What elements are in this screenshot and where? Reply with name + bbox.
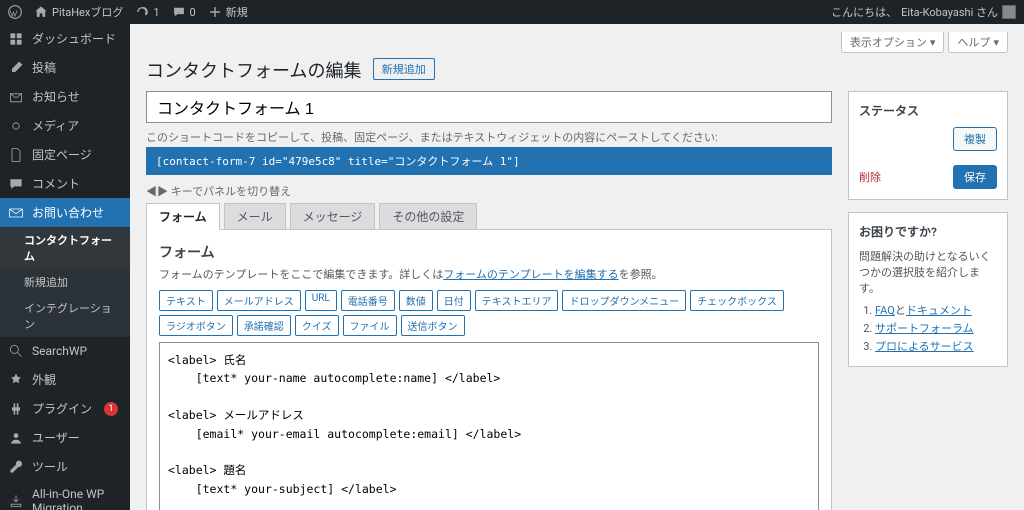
menu-news[interactable]: お知らせ [0,82,130,111]
help-link-docs[interactable]: ドキュメント [906,304,972,317]
template-help-link[interactable]: フォームのテンプレートを編集する [443,268,618,281]
tab-form[interactable]: フォーム [146,203,220,230]
admin-bar: PitaHexブログ 1 0 新規 こんにちは、Eita-Kobayashi さ… [0,0,1024,24]
tab-messages[interactable]: メッセージ [290,203,376,230]
new-content[interactable]: 新規 [208,4,248,20]
help-link-faq[interactable]: FAQ [875,304,895,317]
my-account[interactable]: こんにちは、Eita-Kobayashi さん [831,4,1016,20]
wp-logo[interactable] [8,5,22,19]
help-desc: 問題解決の助けとなるいくつかの選択肢を紹介します。 [859,248,997,296]
editor-tabs: フォーム メール メッセージ その他の設定 [146,203,832,230]
form-body-textarea[interactable] [159,342,819,510]
menu-dashboard[interactable]: ダッシュボード [0,24,130,53]
tab-other[interactable]: その他の設定 [379,203,477,230]
panel-desc: フォームのテンプレートをここで編集できます。詳しくはフォームのテンプレートを編集… [159,266,819,282]
menu-users[interactable]: ユーザー [0,423,130,452]
tag-button[interactable]: 送信ボタン [401,315,465,336]
updates[interactable]: 1 [135,5,159,19]
tag-button[interactable]: クイズ [295,315,339,336]
tag-button[interactable]: メールアドレス [217,290,301,311]
avatar-icon [1002,5,1016,19]
tag-button[interactable]: 承諾確認 [237,315,291,336]
status-box: ステータス 複製 削除 保存 [848,91,1008,200]
tag-button[interactable]: URL [305,290,337,311]
tag-button[interactable]: ドロップダウンメニュー [562,290,686,311]
tag-button[interactable]: ファイル [343,315,397,336]
menu-contact[interactable]: お問い合わせ [0,198,130,227]
shortcode-hint: このショートコードをコピーして、投稿、固定ページ、またはテキストウィジェットの内… [146,129,832,145]
screen-options-button[interactable]: 表示オプション ▾ [841,32,945,53]
tag-button[interactable]: チェックボックス [690,290,784,311]
panel-title: フォーム [159,242,819,262]
tag-button[interactable]: 電話番号 [341,290,395,311]
admin-menu: ダッシュボード 投稿 お知らせ メディア 固定ページ コメント お問い合わせ コ… [0,24,130,510]
tag-generator-buttons: テキストメールアドレスURL電話番号数値日付テキストエリアドロップダウンメニュー… [159,290,819,336]
menu-plugins[interactable]: プラグイン1 [0,394,130,423]
save-button[interactable]: 保存 [953,165,997,189]
plugins-badge: 1 [104,402,118,416]
form-title-input[interactable] [146,91,832,123]
status-title: ステータス [859,102,997,119]
menu-searchwp[interactable]: SearchWP [0,337,130,365]
submenu-addnew[interactable]: 新規追加 [0,269,130,295]
help-link-pro[interactable]: プロによるサービス [875,340,974,353]
menu-media[interactable]: メディア [0,111,130,140]
duplicate-button[interactable]: 複製 [953,127,997,151]
help-box: お困りですか? 問題解決の助けとなるいくつかの選択肢を紹介します。 FAQとドキ… [848,212,1008,367]
help-links: FAQとドキュメント サポートフォーラム プロによるサービス [859,302,997,354]
submenu-contact: コンタクトフォーム 新規追加 インテグレーション [0,227,130,337]
menu-aio[interactable]: All-in-One WP Migration [0,481,130,510]
comments-count[interactable]: 0 [172,5,196,19]
menu-pages[interactable]: 固定ページ [0,140,130,169]
tag-button[interactable]: テキストエリア [475,290,559,311]
content: 表示オプション ▾ ヘルプ ▾ コンタクトフォームの編集 新規追加 このショート… [130,24,1024,510]
add-new-button[interactable]: 新規追加 [373,58,435,80]
panel-toggle-note: ◀▶ キーでパネルを切り替え [146,183,832,199]
help-link-support[interactable]: サポートフォーラム [875,322,974,335]
delete-button[interactable]: 削除 [859,169,881,185]
menu-comments[interactable]: コメント [0,169,130,198]
tag-button[interactable]: 日付 [437,290,471,311]
shortcode-display[interactable]: [contact-form-7 id="479e5c8" title="コンタク… [146,147,832,175]
site-name[interactable]: PitaHexブログ [34,4,123,20]
submenu-forms[interactable]: コンタクトフォーム [0,227,130,269]
help-title: お困りですか? [859,223,997,240]
tab-mail[interactable]: メール [224,203,286,230]
form-panel: フォーム フォームのテンプレートをここで編集できます。詳しくはフォームのテンプレ… [146,229,832,510]
tag-button[interactable]: テキスト [159,290,213,311]
help-button[interactable]: ヘルプ ▾ [948,32,1008,53]
tag-button[interactable]: 数値 [399,290,433,311]
page-title: コンタクトフォームの編集 [146,57,361,83]
menu-appearance[interactable]: 外観 [0,365,130,394]
tag-button[interactable]: ラジオボタン [159,315,233,336]
menu-tools[interactable]: ツール [0,452,130,481]
submenu-integration[interactable]: インテグレーション [0,295,130,337]
menu-posts[interactable]: 投稿 [0,53,130,82]
